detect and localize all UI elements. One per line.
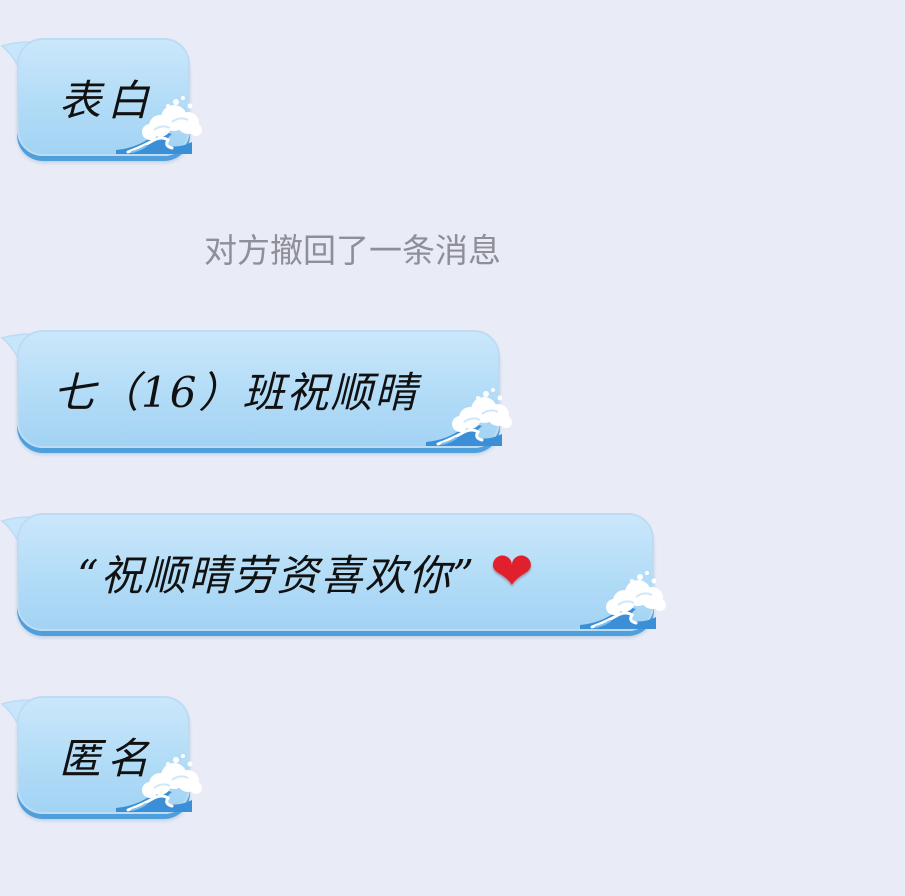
- wave-icon: [574, 565, 666, 631]
- message-bubble-3[interactable]: “祝顺晴劳资喜欢你” ❤: [0, 513, 670, 637]
- recall-notice: 对方撤回了一条消息: [204, 231, 501, 270]
- heart-icon: ❤: [489, 542, 534, 602]
- message-bubble-4[interactable]: 匿名: [0, 696, 210, 820]
- message-text-wrap: “祝顺晴劳资喜欢你” ❤: [77, 515, 534, 629]
- message-bubble-1[interactable]: 表白: [0, 38, 210, 162]
- wave-icon: [110, 748, 202, 814]
- wave-icon: [110, 90, 202, 156]
- wave-icon: [420, 382, 512, 448]
- message-bubble-2[interactable]: 七（16）班祝顺晴: [0, 330, 520, 454]
- message-text: “祝顺晴劳资喜欢你”: [77, 550, 476, 600]
- chat-area: 表白 对方撤回了一条消息 七（16）班祝顺晴 “祝顺晴劳资喜欢你” ❤ 匿名: [0, 0, 905, 896]
- bubble-body: “祝顺晴劳资喜欢你” ❤: [17, 513, 654, 631]
- message-text: 七（16）班祝顺晴: [53, 367, 419, 417]
